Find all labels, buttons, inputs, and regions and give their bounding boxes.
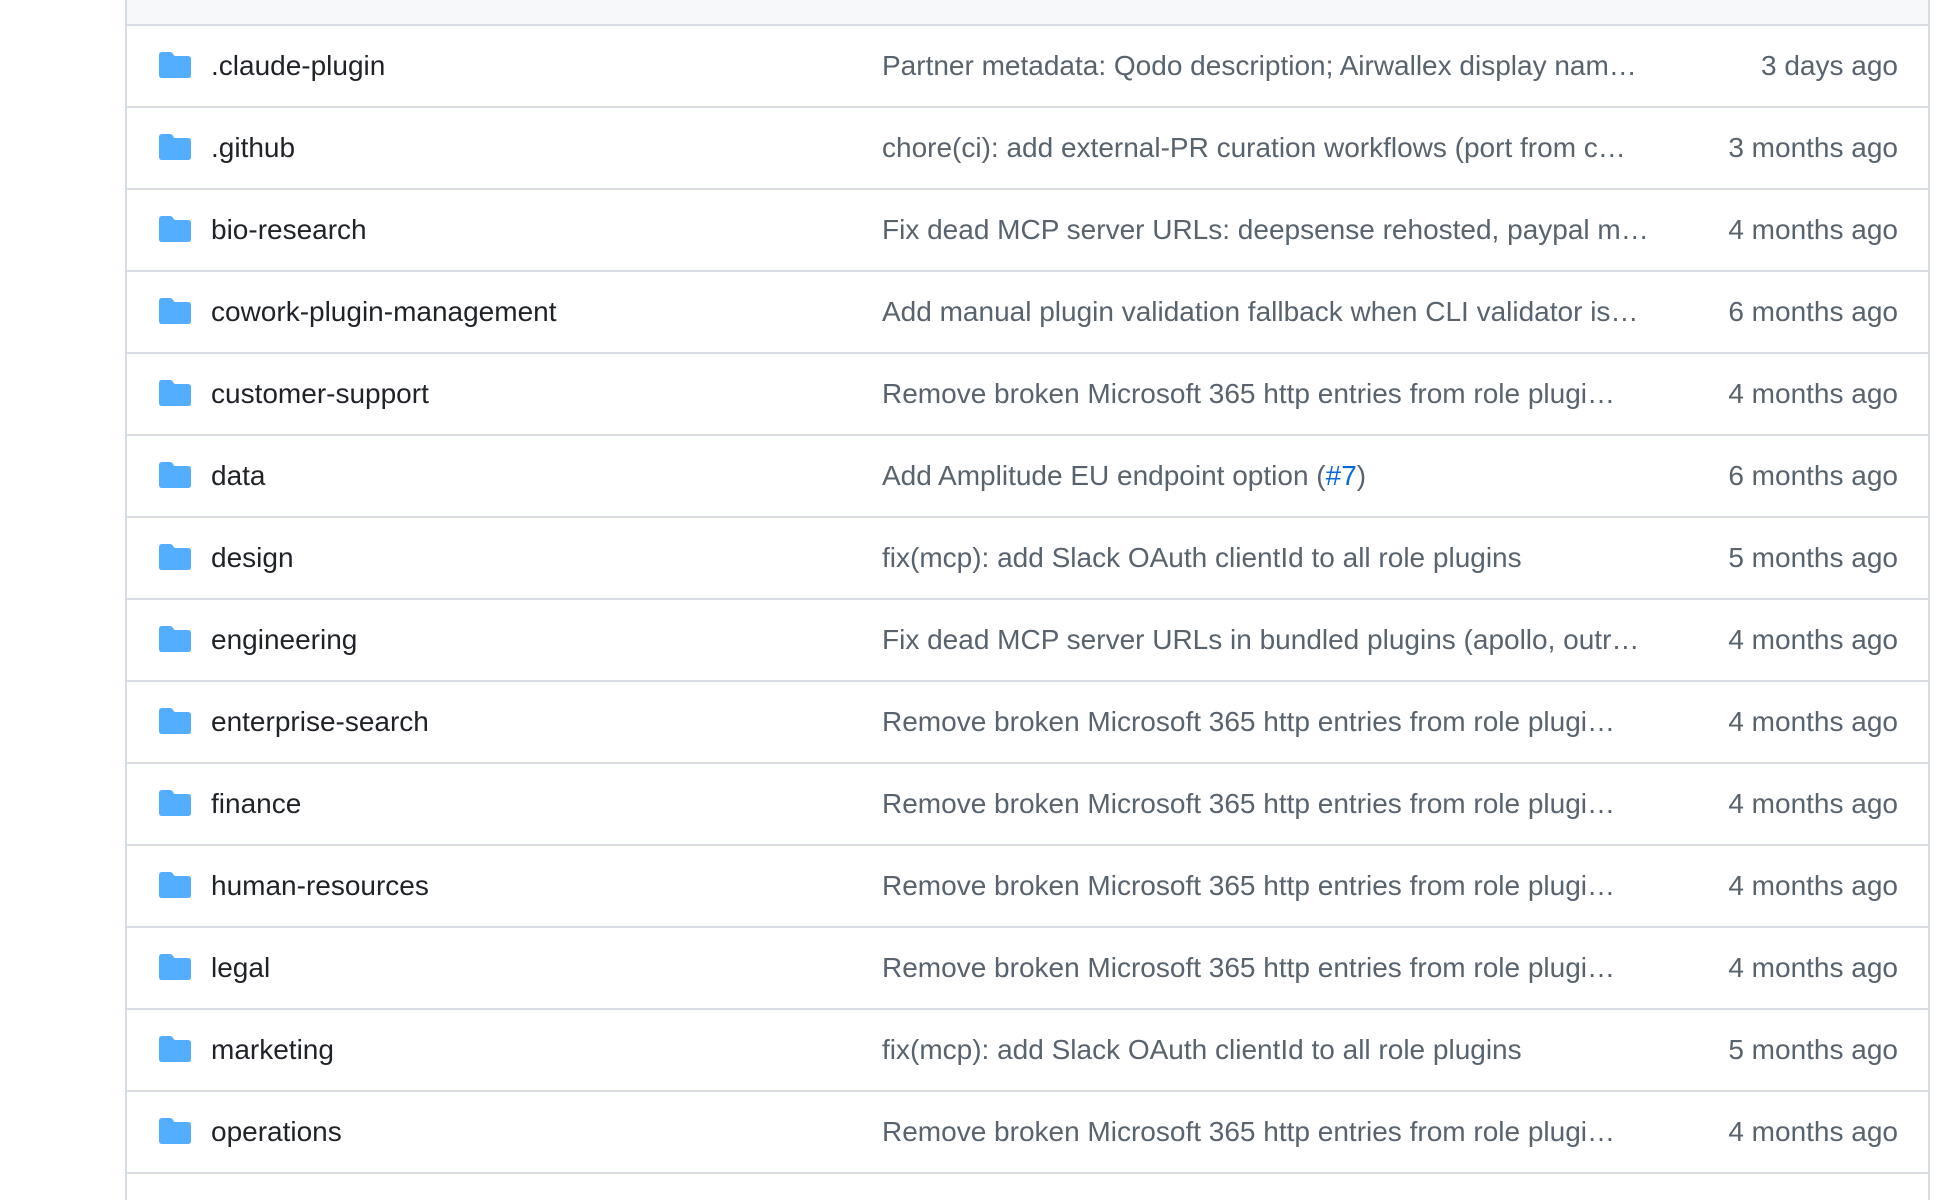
folder-name-link[interactable]: customer-support — [211, 354, 429, 434]
folder-icon — [159, 380, 191, 406]
page: .claude-plugin Partner metadata: Qodo de… — [0, 0, 1940, 1200]
commit-message-link[interactable]: fix(mcp): add Slack OAuth clientId to al… — [882, 1010, 1663, 1090]
folder-icon — [159, 216, 191, 242]
folder-icon — [159, 954, 191, 980]
commit-message-link[interactable]: Remove broken Microsoft 365 http entries… — [882, 928, 1663, 1008]
pull-request-link[interactable]: #7 — [1326, 460, 1357, 491]
table-row[interactable]: design fix(mcp): add Slack OAuth clientI… — [127, 518, 1928, 600]
commit-message-link[interactable]: Remove broken Microsoft 365 http entries… — [882, 846, 1663, 926]
folder-icon — [159, 708, 191, 734]
commit-age: 4 months ago — [1728, 706, 1898, 737]
commit-age: 4 months ago — [1728, 214, 1898, 245]
table-row[interactable]: bio-research Fix dead MCP server URLs: d… — [127, 190, 1928, 272]
table-row[interactable]: engineering Fix dead MCP server URLs in … — [127, 600, 1928, 682]
commit-message-link[interactable]: Remove broken Microsoft 365 http entries… — [882, 682, 1663, 762]
commit-message-link[interactable]: Remove broken Microsoft 365 http entries… — [882, 764, 1663, 844]
commit-message-link[interactable]: Add Amplitude EU endpoint option ( — [882, 460, 1326, 491]
commit-age: 6 months ago — [1728, 460, 1898, 491]
folder-name-link[interactable]: marketing — [211, 1010, 334, 1090]
commit-age: 4 months ago — [1728, 1116, 1898, 1147]
folder-icon — [159, 626, 191, 652]
table-row[interactable]: cowork-plugin-management Add manual plug… — [127, 272, 1928, 354]
table-row[interactable]: finance Remove broken Microsoft 365 http… — [127, 764, 1928, 846]
folder-icon — [159, 1118, 191, 1144]
commit-age: 6 months ago — [1728, 296, 1898, 327]
commit-message-link[interactable]: fix(mcp): add Slack OAuth clientId to al… — [882, 518, 1663, 598]
table-row[interactable]: marketing fix(mcp): add Slack OAuth clie… — [127, 1010, 1928, 1092]
folder-name-link[interactable]: .github — [211, 108, 295, 188]
file-table: .claude-plugin Partner metadata: Qodo de… — [125, 0, 1930, 1200]
commit-message-link[interactable]: Remove broken Microsoft 365 http entries… — [882, 354, 1663, 434]
commit-age: 4 months ago — [1728, 870, 1898, 901]
folder-icon — [159, 52, 191, 78]
commit-message-link[interactable]: Partner metadata: Qodo description; Airw… — [882, 26, 1663, 106]
commit-age: 3 days ago — [1761, 50, 1898, 81]
folder-name-link[interactable]: enterprise-search — [211, 682, 429, 762]
commit-message-suffix: ) — [1356, 460, 1367, 491]
table-row[interactable]: enterprise-search Remove broken Microsof… — [127, 682, 1928, 764]
folder-name-link[interactable]: operations — [211, 1092, 342, 1172]
folder-icon — [159, 544, 191, 570]
commit-message-link[interactable]: Fix dead MCP server URLs in bundled plug… — [882, 600, 1663, 680]
folder-name-link[interactable]: cowork-plugin-management — [211, 272, 557, 352]
folder-name-link[interactable]: finance — [211, 764, 301, 844]
folder-icon — [159, 298, 191, 324]
commit-message-link[interactable]: Add manual plugin validation fallback wh… — [882, 272, 1663, 352]
commit-age: 5 months ago — [1728, 1034, 1898, 1065]
folder-name-link[interactable]: .claude-plugin — [211, 26, 385, 106]
commit-age: 4 months ago — [1728, 952, 1898, 983]
commit-age: 3 months ago — [1728, 132, 1898, 163]
folder-name-link[interactable]: human-resources — [211, 846, 429, 926]
table-row[interactable]: .claude-plugin Partner metadata: Qodo de… — [127, 26, 1928, 108]
folder-name-link[interactable]: bio-research — [211, 190, 367, 270]
commit-age: 5 months ago — [1728, 542, 1898, 573]
folder-name-link[interactable]: design — [211, 518, 294, 598]
commit-message: Add Amplitude EU endpoint option (#7) — [882, 436, 1663, 516]
table-row[interactable]: customer-support Remove broken Microsoft… — [127, 354, 1928, 436]
table-row[interactable]: legal Remove broken Microsoft 365 http e… — [127, 928, 1928, 1010]
table-header — [127, 0, 1928, 26]
folder-icon — [159, 790, 191, 816]
folder-name-link[interactable]: legal — [211, 928, 270, 1008]
commit-age: 4 months ago — [1728, 624, 1898, 655]
table-row[interactable]: operations Remove broken Microsoft 365 h… — [127, 1092, 1928, 1174]
table-row[interactable]: human-resources Remove broken Microsoft … — [127, 846, 1928, 928]
folder-name-link[interactable]: engineering — [211, 600, 357, 680]
folder-icon — [159, 872, 191, 898]
commit-message-link[interactable]: Remove broken Microsoft 365 http entries… — [882, 1092, 1663, 1172]
folder-icon — [159, 134, 191, 160]
folder-icon — [159, 1036, 191, 1062]
folder-icon — [159, 462, 191, 488]
table-row[interactable]: data Add Amplitude EU endpoint option (#… — [127, 436, 1928, 518]
folder-name-link[interactable]: data — [211, 436, 266, 516]
table-row[interactable]: .github chore(ci): add external-PR curat… — [127, 108, 1928, 190]
commit-age: 4 months ago — [1728, 788, 1898, 819]
commit-message-link[interactable]: Fix dead MCP server URLs: deepsense reho… — [882, 190, 1663, 270]
commit-message-link[interactable]: chore(ci): add external-PR curation work… — [882, 108, 1663, 188]
commit-age: 4 months ago — [1728, 378, 1898, 409]
